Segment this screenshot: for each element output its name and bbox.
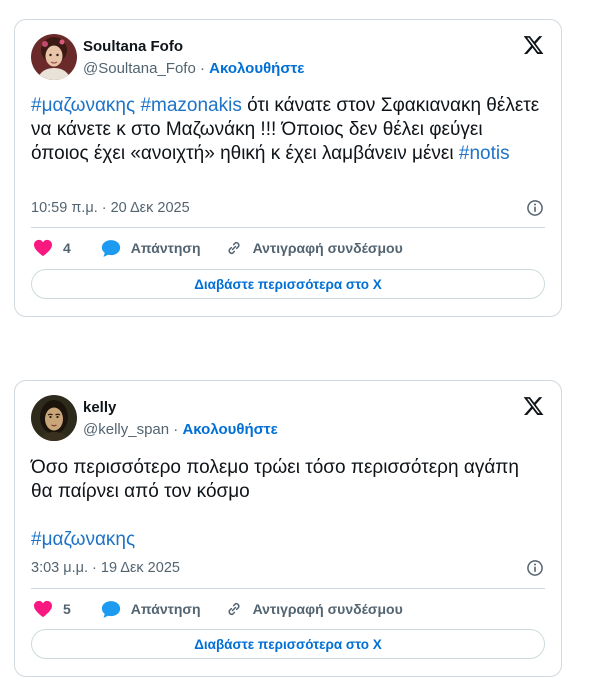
tweet-header: kelly @kelly_span · Ακολουθήστε bbox=[31, 393, 278, 443]
divider bbox=[31, 588, 545, 589]
like-button[interactable]: 5 bbox=[33, 600, 77, 618]
avatar[interactable] bbox=[31, 395, 77, 441]
handle-row: @Soultana_Fofo · Ακολουθήστε bbox=[83, 59, 304, 78]
follow-link[interactable]: Ακολουθήστε bbox=[182, 421, 277, 438]
avatar[interactable] bbox=[31, 34, 77, 80]
reply-bubble-icon bbox=[101, 600, 120, 618]
like-button[interactable]: 4 bbox=[33, 239, 77, 257]
follow-link[interactable]: Ακολουθήστε bbox=[209, 60, 304, 77]
copy-link-button[interactable]: Αντιγραφή συνδέσμου bbox=[225, 600, 403, 618]
copy-link-button[interactable]: Αντιγραφή συνδέσμου bbox=[225, 239, 403, 257]
portrait-painting-avatar-icon bbox=[31, 395, 77, 441]
display-name[interactable]: kelly bbox=[83, 398, 278, 417]
tweet-text: #μαζωνακης #mazonakis ότι κάνατε στον Σφ… bbox=[31, 94, 545, 166]
actions-row: 4 Απάντηση Αντιγραφή συνδέσμου bbox=[33, 237, 545, 259]
display-name[interactable]: Soultana Fofo bbox=[83, 37, 304, 56]
reply-bubble-icon bbox=[101, 239, 120, 257]
info-icon[interactable] bbox=[525, 198, 545, 218]
reply-label: Απάντηση bbox=[130, 601, 201, 617]
link-icon bbox=[228, 241, 240, 255]
reply-label: Απάντηση bbox=[130, 240, 201, 256]
meta-row: 3:03 μ.μ. · 19 Δεκ 2025 bbox=[31, 558, 545, 578]
woman-portrait-avatar-icon bbox=[31, 34, 77, 80]
timestamp-link[interactable]: 10:59 π.μ. · 20 Δεκ 2025 bbox=[31, 200, 190, 216]
x-logo-icon[interactable] bbox=[522, 395, 545, 417]
tweet-body-text: Όσο περισσότερο πολεμο τρώει τόσο περισσ… bbox=[31, 457, 519, 502]
timestamp-link[interactable]: 3:03 μ.μ. · 19 Δεκ 2025 bbox=[31, 560, 180, 576]
reply-button[interactable]: Απάντηση bbox=[101, 239, 201, 258]
like-count: 5 bbox=[63, 601, 71, 617]
divider bbox=[31, 227, 545, 228]
read-more-button[interactable]: Διαβάστε περισσότερα στο X bbox=[31, 269, 545, 299]
x-logo-icon[interactable] bbox=[522, 34, 545, 56]
tweet-text: Όσο περισσότερο πολεμο τρώει τόσο περισσ… bbox=[31, 456, 545, 552]
heart-icon bbox=[34, 600, 52, 618]
copy-link-label: Αντιγραφή συνδέσμου bbox=[252, 601, 403, 617]
heart-icon bbox=[34, 239, 52, 257]
tweet-card[interactable]: kelly @kelly_span · Ακολουθήστε Όσο περι… bbox=[14, 380, 562, 677]
hashtag-link[interactable]: #μαζωνακης bbox=[31, 95, 135, 116]
hashtag-link[interactable]: #notis bbox=[459, 143, 510, 164]
text-spacer bbox=[31, 504, 545, 528]
hashtag-link[interactable]: #μαζωνακης bbox=[31, 529, 135, 550]
tweet-header: Soultana Fofo @Soultana_Fofo · Ακολουθήσ… bbox=[31, 32, 304, 82]
read-more-button[interactable]: Διαβάστε περισσότερα στο X bbox=[31, 629, 545, 659]
meta-row: 10:59 π.μ. · 20 Δεκ 2025 bbox=[31, 198, 545, 218]
hashtag-link[interactable]: #mazonakis bbox=[140, 95, 241, 116]
user-handle[interactable]: @Soultana_Fofo bbox=[83, 60, 196, 77]
like-count: 4 bbox=[63, 240, 71, 256]
tweet-card[interactable]: Soultana Fofo @Soultana_Fofo · Ακολουθήσ… bbox=[14, 19, 562, 317]
user-handle[interactable]: @kelly_span bbox=[83, 421, 169, 438]
copy-link-label: Αντιγραφή συνδέσμου bbox=[252, 240, 403, 256]
handle-row: @kelly_span · Ακολουθήστε bbox=[83, 420, 278, 439]
link-icon bbox=[228, 602, 240, 616]
info-icon[interactable] bbox=[525, 558, 545, 578]
reply-button[interactable]: Απάντηση bbox=[101, 600, 201, 619]
separator-dot: · bbox=[199, 59, 205, 77]
separator-dot: · bbox=[173, 420, 179, 438]
actions-row: 5 Απάντηση Αντιγραφή συνδέσμου bbox=[33, 598, 545, 620]
